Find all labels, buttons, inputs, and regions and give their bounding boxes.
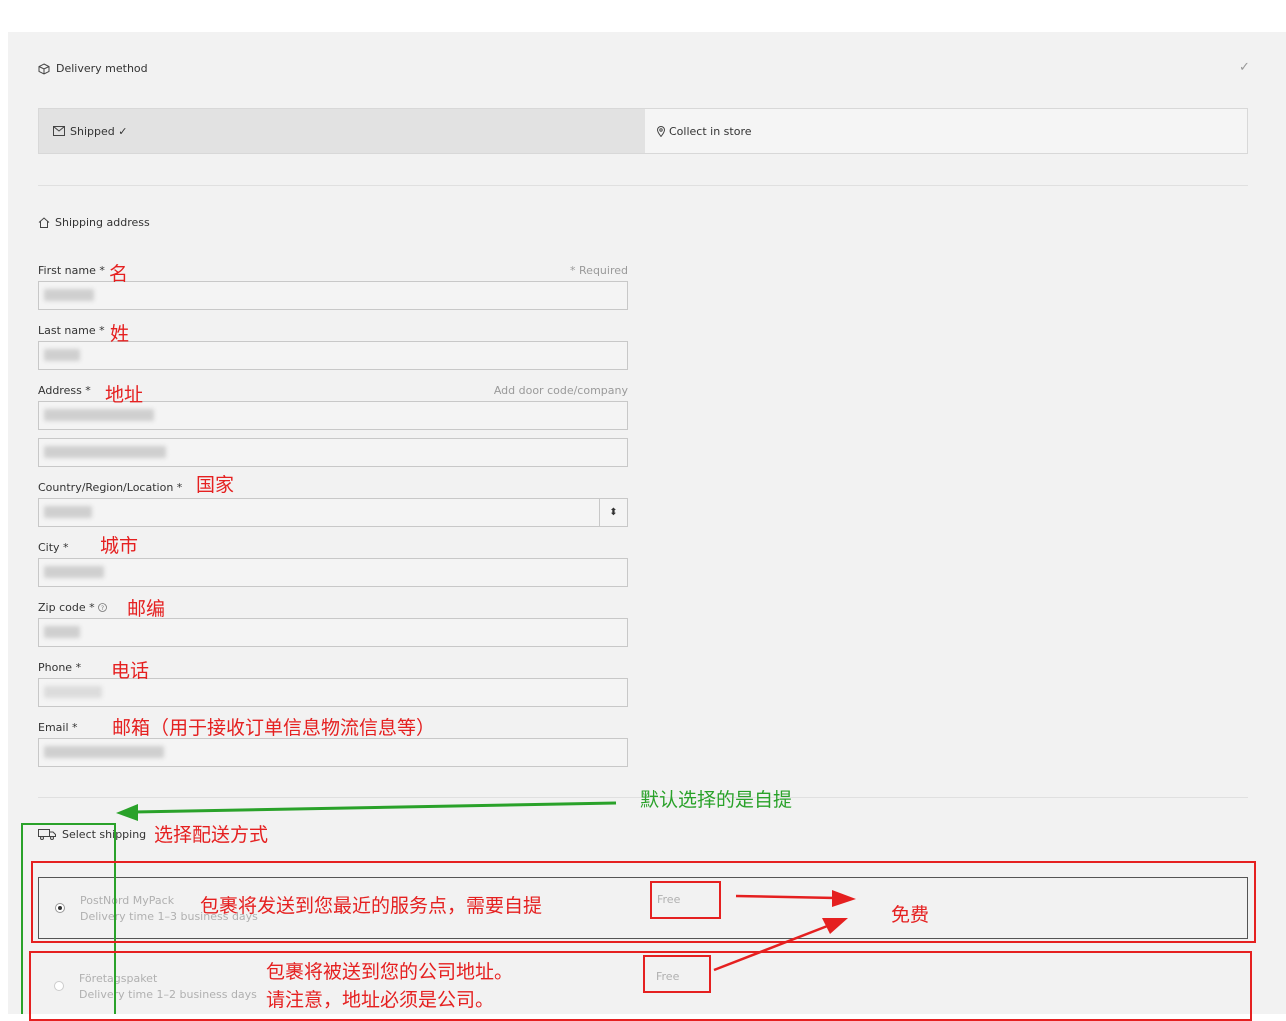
annotation-arrows [116, 801, 856, 972]
